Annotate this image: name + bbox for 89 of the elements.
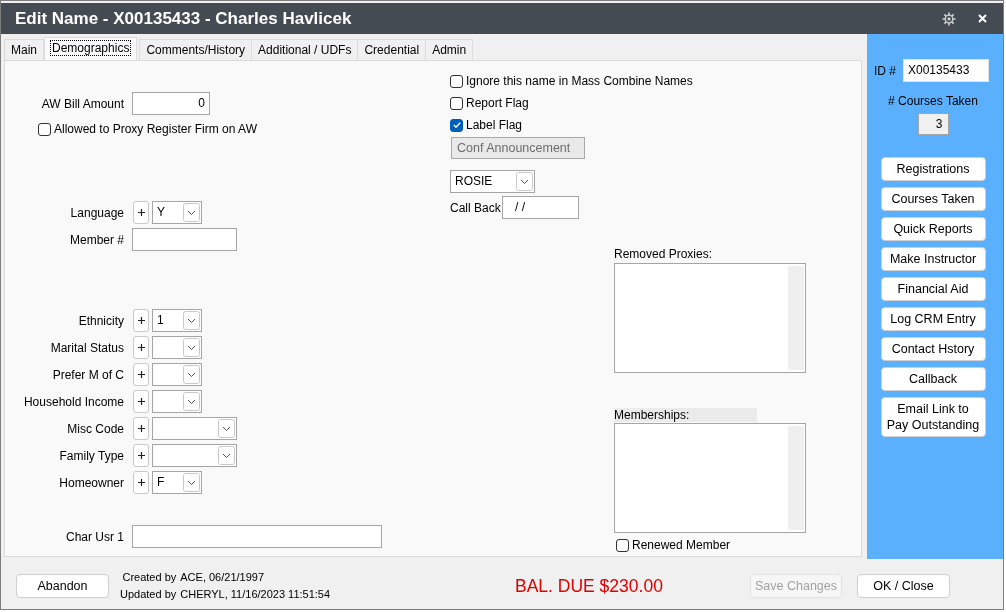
plus-icon <box>137 371 145 378</box>
balance-due: BAL. DUE $230.00 <box>515 575 663 597</box>
field-label: Prefer M of C <box>52 367 124 382</box>
checkbox-label: Report Flag <box>466 96 529 110</box>
action-button[interactable]: Callback <box>880 367 986 391</box>
scrollbar[interactable] <box>788 426 804 530</box>
list-label: Removed Proxies: <box>614 247 713 261</box>
add-button[interactable] <box>133 336 149 359</box>
plus-icon <box>137 209 145 216</box>
add-button[interactable] <box>133 309 149 332</box>
plus-icon <box>137 452 145 459</box>
field-label: ID # <box>874 63 897 78</box>
action-button[interactable]: Log CRM Entry <box>880 307 986 331</box>
checkmark-icon <box>452 122 461 128</box>
checkbox[interactable] <box>450 74 463 88</box>
add-button[interactable] <box>133 390 149 413</box>
chevron-down-icon[interactable] <box>183 392 200 411</box>
plus-icon <box>137 344 145 351</box>
field-label: Ethnicity <box>78 313 124 328</box>
add-button[interactable] <box>133 417 149 440</box>
plus-icon <box>137 425 145 432</box>
add-button[interactable] <box>133 363 149 386</box>
dropdown[interactable]: 1 <box>152 309 202 332</box>
abandon-button[interactable]: Abandon <box>16 574 109 598</box>
checkbox[interactable] <box>38 122 51 136</box>
field-label: Household Income <box>23 394 124 409</box>
checkbox-label: Allowed to Proxy Register Firm on AW <box>54 122 257 136</box>
tab[interactable]: Main <box>4 39 44 60</box>
field-label: Char Usr 1 <box>66 529 124 544</box>
chevron-down-icon[interactable] <box>183 311 200 330</box>
field-label: AW Bill Amount <box>41 96 124 111</box>
ok-close-button[interactable]: OK / Close <box>857 574 950 598</box>
list-box[interactable] <box>614 423 806 533</box>
window-title: Edit Name - X00135433 - Charles Havlicek <box>15 8 352 29</box>
action-button[interactable]: Email Link to Pay Outstanding <box>880 397 986 437</box>
checkbox-label: Label Flag <box>466 118 523 132</box>
gear-icon[interactable] <box>942 11 956 26</box>
tab[interactable]: Comments/History <box>139 39 253 60</box>
action-button[interactable]: Quick Reports <box>880 217 986 241</box>
action-button[interactable]: Courses Taken <box>880 187 986 211</box>
text-field[interactable]: X00135433 <box>903 59 989 82</box>
checkbox[interactable] <box>450 118 463 132</box>
tab[interactable]: Demographics <box>44 37 138 60</box>
add-button[interactable] <box>133 471 149 494</box>
dropdown[interactable]: Y <box>152 201 202 224</box>
chevron-down-icon[interactable] <box>218 446 235 465</box>
field-label: Call Back <box>450 200 502 215</box>
audit-value: ACE, 06/21/1997 <box>180 570 266 585</box>
field-label: Member # <box>69 232 124 247</box>
text-field[interactable]: 0 <box>132 92 210 115</box>
list-label: Memberships: <box>614 408 757 422</box>
action-button[interactable]: Registrations <box>880 157 986 181</box>
action-button[interactable]: Make Instructor <box>880 247 986 271</box>
audit-label: Created by <box>122 570 177 585</box>
field-label: Misc Code <box>67 421 124 436</box>
audit-label: Updated by <box>120 587 177 602</box>
scrollbar[interactable] <box>788 266 804 370</box>
action-button[interactable]: Financial Aid <box>880 277 986 301</box>
checkbox-label: Ignore this name in Mass Combine Names <box>466 74 693 88</box>
add-button[interactable] <box>133 201 149 224</box>
audit-value: CHERYL, 11/16/2023 11:51:54 <box>180 587 331 602</box>
field-label: Marital Status <box>50 340 124 355</box>
plus-icon <box>137 317 145 324</box>
chevron-down-icon[interactable] <box>516 172 533 191</box>
field-label: # Courses Taken <box>888 94 978 108</box>
field-label: Family Type <box>59 448 124 463</box>
list-box[interactable] <box>614 263 806 373</box>
chevron-down-icon[interactable] <box>183 473 200 492</box>
add-button[interactable] <box>133 444 149 467</box>
checkbox[interactable] <box>450 96 463 110</box>
plus-icon <box>137 479 145 486</box>
chevron-down-icon[interactable] <box>183 365 200 384</box>
tab[interactable]: Admin <box>425 39 474 60</box>
chevron-down-icon[interactable] <box>183 203 200 222</box>
text-field[interactable] <box>132 525 382 548</box>
text-field[interactable]: / / <box>502 196 579 219</box>
checkbox-label: Renewed Member <box>632 538 731 552</box>
chevron-down-icon[interactable] <box>183 338 200 357</box>
text-field[interactable] <box>132 228 237 251</box>
close-icon[interactable] <box>978 14 987 23</box>
chevron-down-icon[interactable] <box>218 419 235 438</box>
field-label: Homeowner <box>59 475 124 490</box>
checkbox[interactable] <box>616 538 629 552</box>
field-label: Language <box>70 205 124 220</box>
dropdown[interactable]: ROSIE <box>450 170 535 193</box>
dropdown[interactable]: F <box>152 471 202 494</box>
text-field[interactable]: 3 <box>917 113 949 135</box>
action-button[interactable]: Contact Hstory <box>880 337 986 361</box>
plus-icon <box>137 398 145 405</box>
